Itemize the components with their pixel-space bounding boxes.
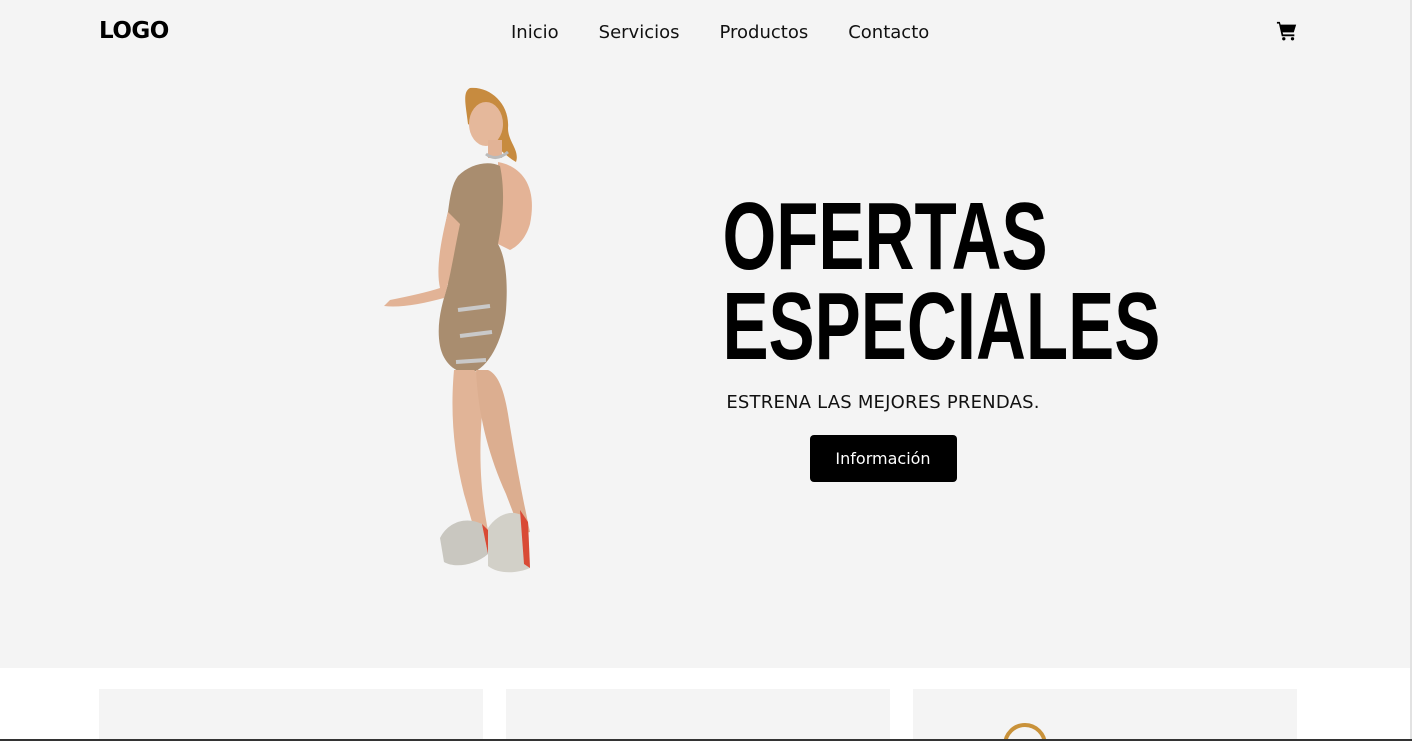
hero-title-line1: OFERTAS [722, 183, 1048, 290]
hero-title-line2: ESPECIALES [722, 273, 1161, 380]
nav-item-servicios[interactable]: Servicios [599, 22, 680, 43]
nav-item-inicio[interactable]: Inicio [511, 22, 559, 43]
product-card[interactable] [506, 689, 890, 741]
shopping-cart-icon[interactable] [1276, 20, 1298, 42]
hero-text-block: OFERTAS ESPECIALES ESTRENA LAS MEJORES P… [660, 183, 1161, 482]
model-image [384, 87, 532, 573]
info-button[interactable]: Información [809, 435, 957, 482]
hero-subtitle: ESTRENA LAS MEJORES PRENDAS. [726, 392, 1040, 413]
nav-item-productos[interactable]: Productos [719, 22, 808, 43]
hero-section: LOGO Inicio Servicios Productos Contacto [0, 0, 1412, 668]
product-card[interactable] [99, 689, 483, 741]
logo[interactable]: LOGO [99, 18, 169, 44]
nav-item-contacto[interactable]: Contacto [848, 22, 929, 43]
main-nav: Inicio Servicios Productos Contacto [511, 22, 929, 43]
product-card[interactable] [913, 689, 1297, 741]
product-cards [99, 689, 1297, 741]
